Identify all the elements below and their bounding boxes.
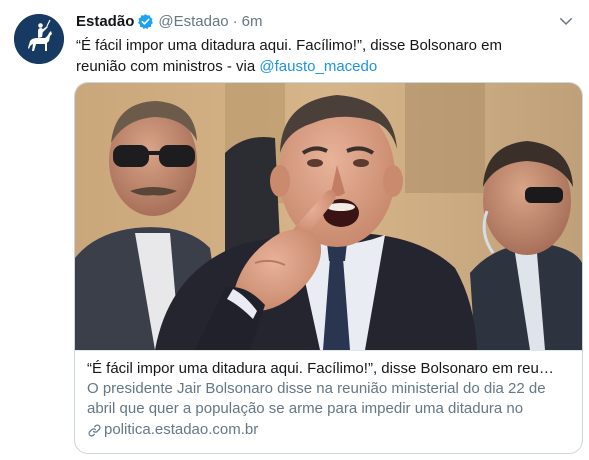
mention-link[interactable]: @fausto_macedo xyxy=(259,58,377,75)
card-photo[interactable] xyxy=(75,83,582,350)
card-title[interactable]: “É fácil impor uma ditadura aqui. Facíli… xyxy=(87,359,570,379)
card-domain-text[interactable]: politica.estadao.com.br xyxy=(104,420,258,440)
verified-badge-icon xyxy=(137,13,154,30)
avatar[interactable] xyxy=(14,14,64,64)
handle[interactable]: @Estadao xyxy=(158,13,228,30)
link-icon xyxy=(87,423,102,438)
separator-dot: · xyxy=(232,12,238,30)
tweet-text: “É fácil impor uma ditadura aqui. Facíli… xyxy=(76,35,546,77)
timestamp[interactable]: 6m xyxy=(242,13,263,30)
display-name[interactable]: Estadão xyxy=(76,13,134,30)
card-description: O presidente Jair Bolsonaro disse na reu… xyxy=(87,380,546,417)
horse-rider-logo xyxy=(14,14,64,64)
tweet[interactable]: Estadão @Estadao · 6m “É fácil impor uma… xyxy=(0,0,589,460)
card-domain[interactable]: politica.estadao.com.br xyxy=(87,420,570,440)
link-card[interactable]: “É fácil impor uma ditadura aqui. Facíli… xyxy=(74,82,583,454)
tweet-header: Estadão @Estadao · 6m xyxy=(76,10,575,32)
chevron-down-icon[interactable] xyxy=(557,12,575,34)
card-body[interactable]: “É fácil impor uma ditadura aqui. Facíli… xyxy=(75,350,582,453)
